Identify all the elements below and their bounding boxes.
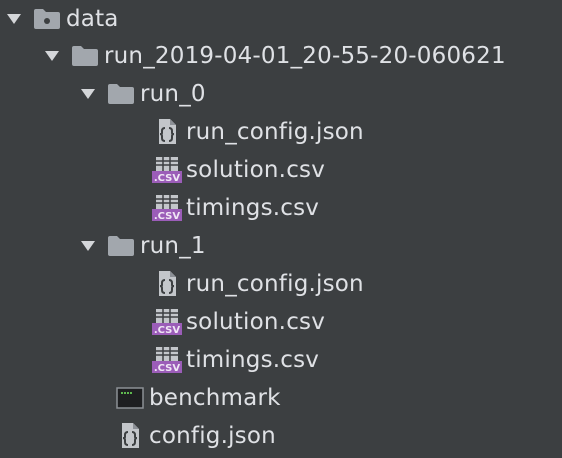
tree-file-run0-timings[interactable]: .CSV timings.csv bbox=[150, 189, 319, 227]
executable-file-icon bbox=[113, 379, 147, 417]
folder-icon bbox=[104, 75, 138, 113]
chevron-down-icon[interactable] bbox=[6, 0, 30, 38]
svg-text:.CSV: .CSV bbox=[154, 211, 181, 222]
csv-file-icon: .CSV bbox=[150, 151, 184, 189]
json-file-icon bbox=[150, 113, 184, 151]
tree-file-run1-timings[interactable]: .CSV timings.csv bbox=[150, 341, 319, 379]
chevron-down-icon[interactable] bbox=[44, 37, 68, 75]
tree-node-run-root[interactable]: run_2019-04-01_20-55-20-060621 bbox=[44, 37, 506, 75]
folder-module-icon bbox=[30, 0, 64, 38]
tree-file-label: timings.csv bbox=[186, 195, 320, 221]
tree-node-label: run_2019-04-01_20-55-20-060621 bbox=[104, 43, 506, 69]
project-tree: data run_2019-04-01_20-55-20-060621 run_… bbox=[0, 0, 562, 458]
tree-file-config[interactable]: config.json bbox=[113, 417, 276, 455]
tree-node-label: run_1 bbox=[140, 233, 206, 259]
tree-file-run0-config[interactable]: run_config.json bbox=[150, 113, 364, 151]
tree-file-label: run_config.json bbox=[186, 271, 364, 297]
json-file-icon bbox=[113, 417, 147, 455]
tree-file-label: timings.csv bbox=[186, 347, 320, 373]
folder-icon bbox=[104, 227, 138, 265]
tree-node-run-1[interactable]: run_1 bbox=[80, 227, 206, 265]
svg-text:.CSV: .CSV bbox=[154, 325, 181, 336]
folder-icon bbox=[68, 37, 102, 75]
csv-file-icon: .CSV bbox=[150, 189, 184, 227]
svg-text:.CSV: .CSV bbox=[154, 363, 181, 374]
chevron-down-icon[interactable] bbox=[80, 227, 104, 265]
chevron-down-icon[interactable] bbox=[80, 75, 104, 113]
tree-node-label: data bbox=[66, 6, 119, 32]
tree-node-label: run_0 bbox=[140, 81, 206, 107]
tree-file-run1-config[interactable]: run_config.json bbox=[150, 265, 364, 303]
tree-file-label: benchmark bbox=[149, 385, 281, 411]
json-file-icon bbox=[150, 265, 184, 303]
tree-file-label: solution.csv bbox=[186, 157, 326, 183]
tree-file-label: config.json bbox=[149, 423, 276, 449]
tree-file-label: run_config.json bbox=[186, 119, 364, 145]
tree-file-run1-solution[interactable]: .CSV solution.csv bbox=[150, 303, 325, 341]
svg-text:.CSV: .CSV bbox=[154, 173, 181, 184]
tree-file-benchmark[interactable]: benchmark bbox=[113, 379, 281, 417]
tree-file-run0-solution[interactable]: .CSV solution.csv bbox=[150, 151, 325, 189]
tree-node-run-0[interactable]: run_0 bbox=[80, 75, 206, 113]
csv-file-icon: .CSV bbox=[150, 341, 184, 379]
tree-file-label: solution.csv bbox=[186, 309, 326, 335]
tree-node-data[interactable]: data bbox=[6, 0, 119, 38]
csv-file-icon: .CSV bbox=[150, 303, 184, 341]
